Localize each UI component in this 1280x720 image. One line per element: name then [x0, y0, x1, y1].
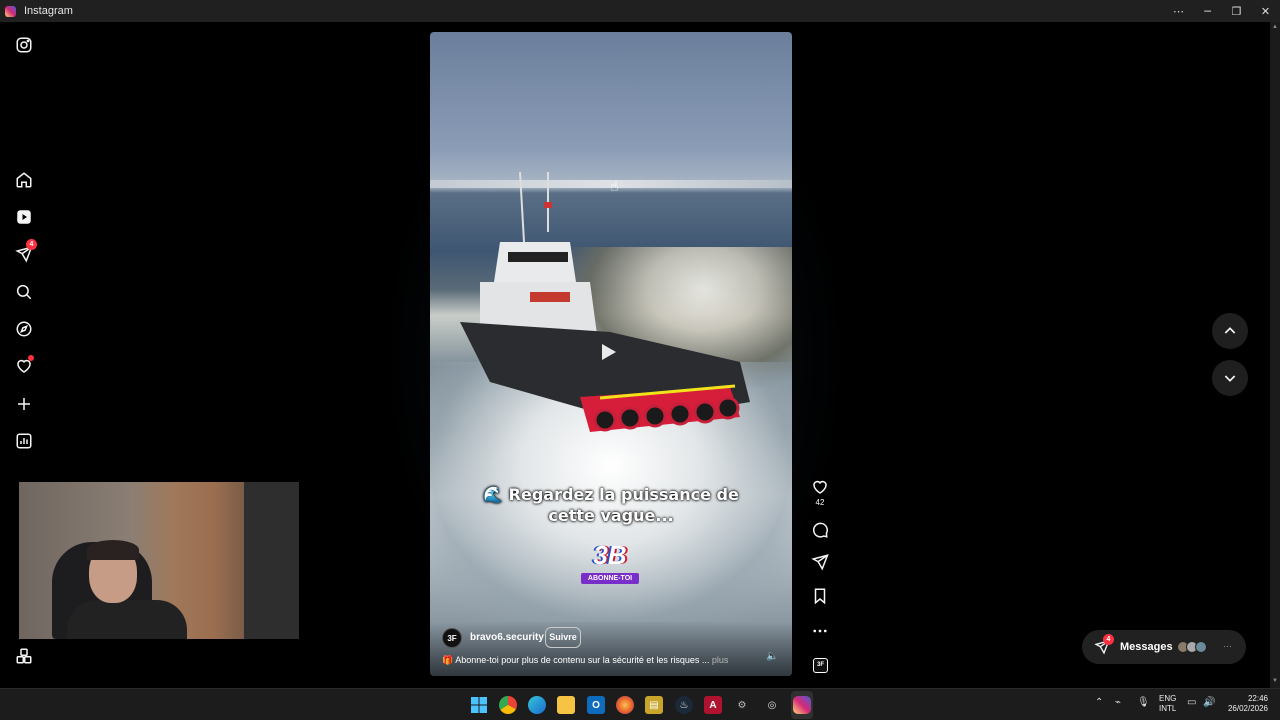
- share-icon[interactable]: [811, 553, 829, 571]
- comment-action[interactable]: [808, 521, 832, 539]
- reel-caption: 🌊 Regardez la puissance de cette vague..…: [430, 484, 792, 526]
- messages-icon[interactable]: 4: [12, 239, 37, 266]
- previous-reel-button[interactable]: [1212, 313, 1248, 349]
- edge-icon[interactable]: [528, 696, 546, 714]
- comment-icon[interactable]: [811, 521, 829, 539]
- audio-avatar[interactable]: 3F: [813, 658, 828, 673]
- video-footer-gradient: [430, 622, 792, 676]
- app-notification-icon[interactable]: ◎: [763, 696, 781, 714]
- scroll-up-icon[interactable]: ▲: [1272, 24, 1278, 30]
- messages-badge: 4: [26, 239, 37, 250]
- author-avatar[interactable]: 3F: [442, 628, 462, 648]
- overlay-subscribe-badge: ABONNE-TOI: [581, 573, 639, 584]
- heart-icon[interactable]: [811, 478, 829, 496]
- notifications-icon[interactable]: [12, 354, 36, 378]
- reel-description: 🎁 Abonne-toi pour plus de contenu sur la…: [442, 655, 728, 666]
- search-icon[interactable]: [12, 280, 36, 304]
- volume-icon[interactable]: 🔈: [766, 651, 778, 662]
- outlook-icon[interactable]: O: [587, 696, 605, 714]
- explore-icon[interactable]: [12, 317, 36, 341]
- reel-caption-line2: cette vague...: [548, 506, 674, 525]
- bookmark-icon[interactable]: [811, 587, 829, 605]
- messages-more-icon: ···: [1223, 641, 1232, 651]
- dashboard-icon[interactable]: [12, 429, 36, 453]
- message-avatars: [1177, 641, 1207, 653]
- close-button[interactable]: ✕: [1251, 0, 1280, 22]
- reel-video[interactable]: ☝ 🌊 Regardez la puissance de cette vague…: [430, 32, 792, 676]
- save-action[interactable]: [808, 587, 832, 605]
- firefox-icon[interactable]: [616, 696, 634, 714]
- follow-button[interactable]: Suivre: [545, 627, 581, 648]
- app-icon[interactable]: ▤: [645, 696, 663, 714]
- tray-app-icon[interactable]: ⌁: [1115, 697, 1121, 708]
- page-scrollbar[interactable]: ▲ ▼: [1270, 22, 1280, 688]
- window-title: Instagram: [24, 5, 73, 17]
- instagram-logo-icon[interactable]: [12, 33, 36, 57]
- tray-chevron-up-icon[interactable]: ⌃: [1095, 697, 1103, 708]
- taskbar: O ▤ ♨ A ⚙ ◎ ⌃ ⌁ 🎙 ENG INTL ▭ 🔊 22:46 26/…: [0, 688, 1280, 720]
- overlay-logo: 3B: [593, 540, 627, 570]
- more-options-icon[interactable]: [811, 622, 829, 640]
- affinity-icon[interactable]: A: [704, 696, 722, 714]
- messages-pill-badge: 4: [1103, 634, 1114, 645]
- window-menu-button[interactable]: ⋯: [1164, 0, 1193, 22]
- file-explorer-icon[interactable]: [557, 696, 575, 714]
- like-count: 42: [815, 498, 825, 507]
- mouse-cursor-icon: ☝: [610, 178, 619, 194]
- webcam-person-body: [67, 600, 187, 639]
- more-icon[interactable]: [12, 644, 36, 668]
- avatar: [1195, 641, 1207, 653]
- chrome-icon[interactable]: [499, 696, 517, 714]
- like-action[interactable]: 42: [808, 478, 832, 507]
- chevron-down-icon: [1224, 375, 1236, 382]
- scroll-down-icon[interactable]: ▼: [1272, 678, 1278, 684]
- language-indicator[interactable]: ENG INTL: [1159, 694, 1176, 714]
- restore-button[interactable]: ❐: [1222, 0, 1251, 22]
- reel-caption-line1: 🌊 Regardez la puissance de: [483, 485, 739, 504]
- messages-pill-label: Messages: [1120, 641, 1173, 653]
- reel-description-text: 🎁 Abonne-toi pour plus de contenu sur la…: [442, 655, 710, 665]
- webcam-person-hair: [87, 540, 139, 560]
- messages-pill[interactable]: 4 Messages ···: [1082, 630, 1246, 664]
- lang-line2: INTL: [1159, 704, 1177, 713]
- author-name[interactable]: bravo6.security: [470, 632, 544, 643]
- messages-pill-icon: 4: [1094, 634, 1114, 655]
- webcam-background-shelf: [244, 482, 299, 639]
- steam-icon[interactable]: ♨: [675, 696, 693, 714]
- reels-icon[interactable]: [12, 205, 36, 229]
- microphone-icon[interactable]: 🎙: [1137, 697, 1150, 708]
- options-action[interactable]: [808, 622, 832, 640]
- clock-time: 22:46: [1247, 694, 1268, 703]
- system-clock[interactable]: 22:46 26/02/2026: [1222, 694, 1268, 714]
- more-link[interactable]: plus: [712, 655, 729, 665]
- create-icon[interactable]: [12, 392, 36, 416]
- minimize-button[interactable]: ─: [1193, 0, 1222, 22]
- share-action[interactable]: [808, 553, 832, 571]
- home-icon[interactable]: [12, 168, 36, 192]
- next-reel-button[interactable]: [1212, 360, 1248, 396]
- boat-illustration: [460, 172, 750, 432]
- webcam-overlay: [19, 482, 299, 639]
- network-icon[interactable]: ▭: [1187, 697, 1196, 708]
- volume-tray-icon[interactable]: 🔊: [1203, 697, 1215, 708]
- window-titlebar: Instagram ⋯ ─ ❐ ✕: [0, 0, 1280, 22]
- notification-dot: [28, 355, 34, 361]
- window-controls: ⋯ ─ ❐ ✕: [1164, 0, 1280, 22]
- instagram-taskbar-icon[interactable]: [793, 696, 811, 714]
- play-icon[interactable]: [602, 344, 616, 360]
- chevron-up-icon: [1224, 327, 1236, 334]
- instagram-app-icon: [5, 5, 16, 17]
- clock-date: 26/02/2026: [1227, 704, 1268, 713]
- windows-start-icon[interactable]: [470, 696, 488, 714]
- lang-line1: ENG: [1159, 694, 1177, 703]
- settings-icon[interactable]: ⚙: [733, 696, 751, 714]
